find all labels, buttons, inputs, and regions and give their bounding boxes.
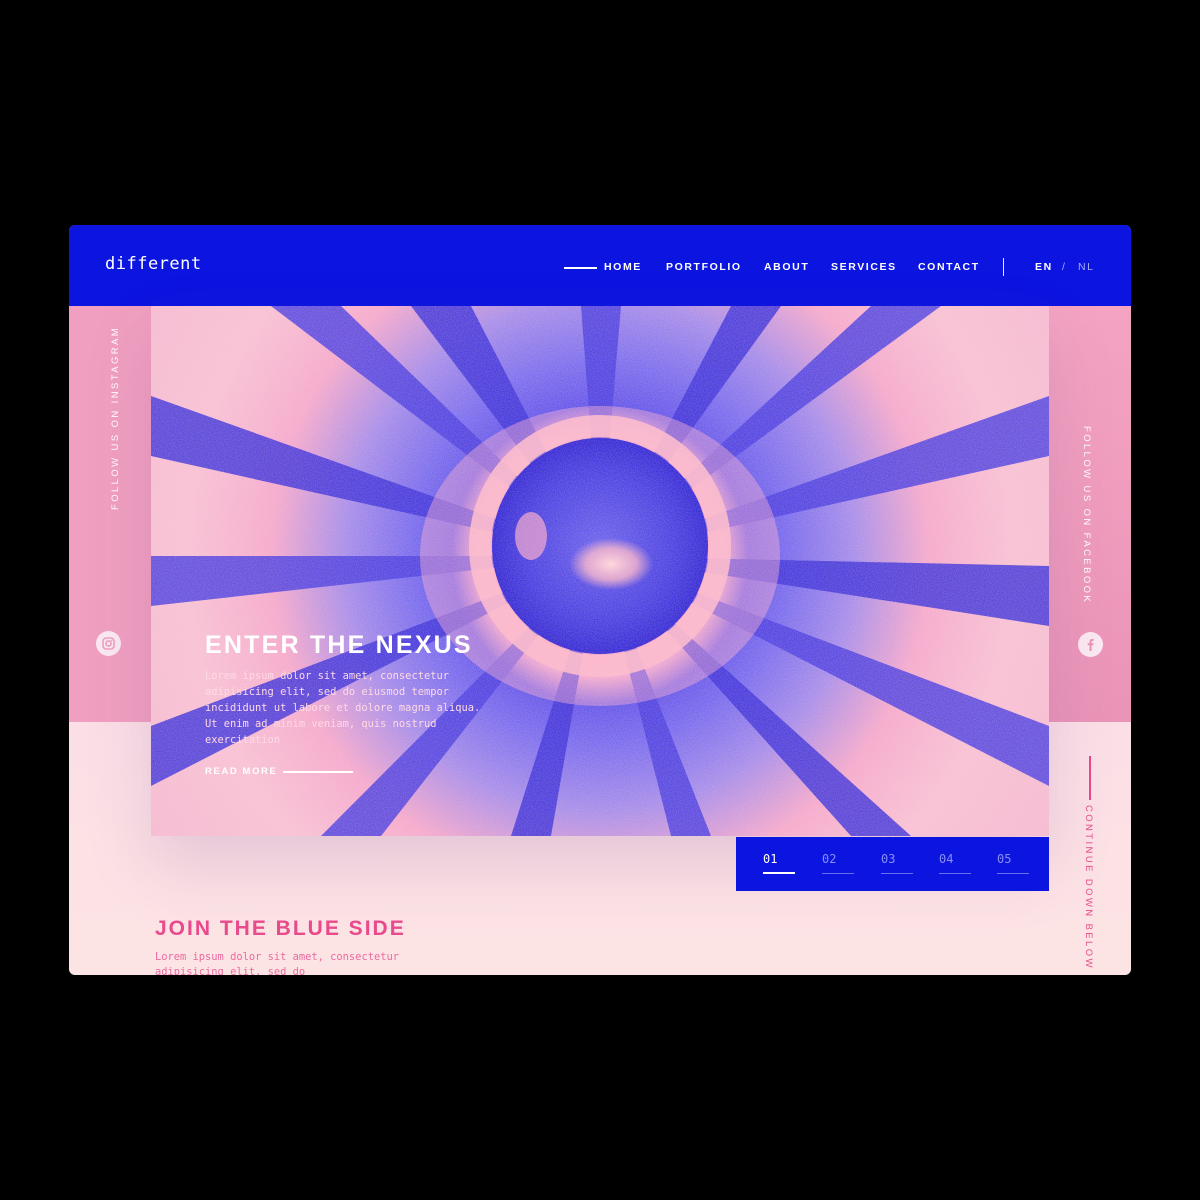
main-nav: HOME PORTFOLIO ABOUT SERVICES CONTACT EN… [69, 258, 1131, 276]
read-more-link[interactable]: READ MORE [205, 766, 277, 777]
pager-underline-3 [881, 873, 913, 874]
page-frame: different HOME PORTFOLIO ABOUT SERVICES … [69, 225, 1131, 975]
hero-abstract-image [151, 306, 1049, 836]
active-nav-indicator [564, 267, 597, 269]
section-description: Lorem ipsum dolor sit amet, consectetur … [155, 951, 399, 975]
lang-separator: / [1062, 261, 1065, 273]
section-title: JOIN THE BLUE SIDE [155, 917, 406, 940]
pager-underline-2 [822, 873, 854, 874]
lang-nl[interactable]: NL [1078, 261, 1095, 273]
instagram-icon[interactable] [96, 631, 121, 656]
scroll-indicator-line [1089, 756, 1091, 800]
top-navbar: different HOME PORTFOLIO ABOUT SERVICES … [69, 225, 1131, 306]
facebook-icon[interactable] [1078, 632, 1103, 657]
pager-item-4[interactable]: 04 [939, 852, 953, 866]
follow-facebook-label[interactable]: FOLLOW US ON FACEBOOK [1081, 426, 1092, 604]
follow-instagram-label[interactable]: FOLLOW US ON INSTAGRAM [110, 326, 121, 510]
slide-pager: 01 02 03 04 05 [736, 837, 1049, 891]
read-more-underline [283, 771, 353, 773]
pager-item-2[interactable]: 02 [822, 852, 836, 866]
lang-en[interactable]: EN [1035, 261, 1053, 273]
pager-underline-4 [939, 873, 971, 874]
continue-down-label[interactable]: CONTINUE DOWN BELOW [1083, 805, 1094, 970]
nav-services[interactable]: SERVICES [831, 261, 897, 273]
nav-about[interactable]: ABOUT [764, 261, 809, 273]
pager-item-1[interactable]: 01 [763, 852, 777, 866]
hero-title: ENTER THE NEXUS [205, 631, 473, 659]
pager-underline-1 [763, 872, 795, 874]
pager-item-3[interactable]: 03 [881, 852, 895, 866]
pager-underline-5 [997, 873, 1029, 874]
hero-description: Lorem ipsum dolor sit amet, consectetur … [205, 670, 481, 746]
nav-home[interactable]: HOME [604, 261, 642, 273]
nav-divider [1003, 258, 1004, 276]
pager-item-5[interactable]: 05 [997, 852, 1011, 866]
nav-portfolio[interactable]: PORTFOLIO [666, 261, 742, 273]
nav-contact[interactable]: CONTACT [918, 261, 980, 273]
hero-slide: ENTER THE NEXUS Lorem ipsum dolor sit am… [151, 306, 1049, 836]
